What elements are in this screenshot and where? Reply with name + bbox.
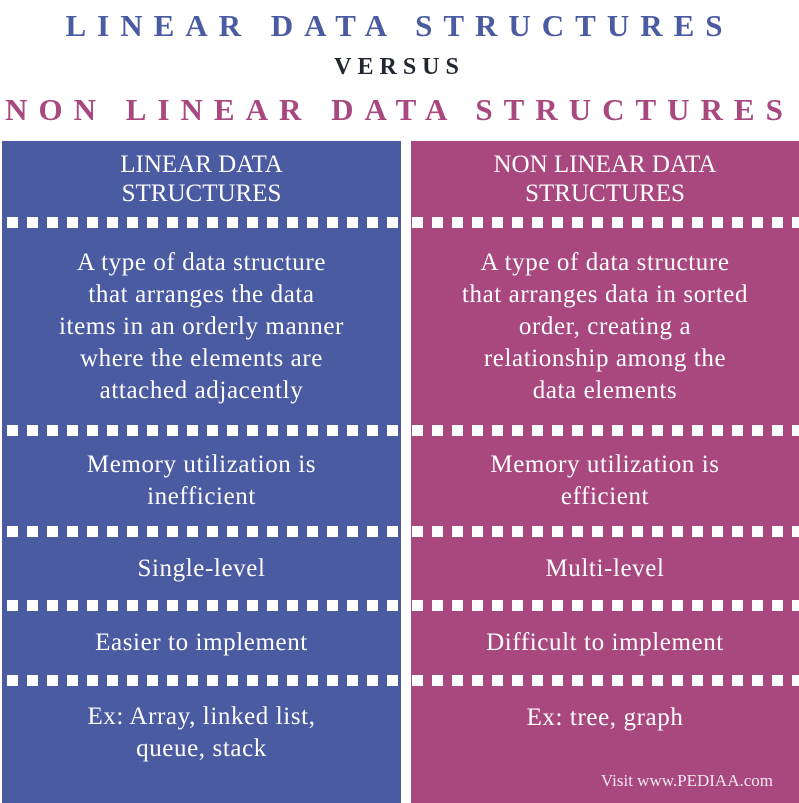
dotted-separator <box>2 675 401 686</box>
row-line: Memory utilization is <box>490 451 720 478</box>
header-line: LINEAR DATA <box>120 151 283 178</box>
dotted-separator <box>2 526 401 537</box>
row-line: data elements <box>532 376 678 404</box>
row-line: Difficult to implement <box>486 629 724 656</box>
non-linear-header: NON LINEAR DATA STRUCTURES <box>411 141 799 217</box>
dotted-separator <box>2 600 401 611</box>
row-line: Ex: tree, graph <box>526 704 684 731</box>
row-line: where the elements are <box>80 344 323 372</box>
linear-column: LINEAR DATA STRUCTURES A type of data st… <box>2 141 401 803</box>
row-levels: Single-level <box>2 537 401 600</box>
linear-header: LINEAR DATA STRUCTURES <box>2 141 401 217</box>
row-line: that arranges the data <box>88 280 315 308</box>
dotted-separator <box>411 600 799 611</box>
header-line: STRUCTURES <box>525 180 685 207</box>
row-definition: A type of data structure that arranges d… <box>411 228 799 425</box>
dotted-separator <box>411 217 799 228</box>
row-levels: Multi-level <box>411 537 799 600</box>
title-versus: VERSUS <box>334 54 465 80</box>
title-non-linear: NON LINEAR DATA STRUCTURES <box>5 92 794 127</box>
row-definition: A type of data structure that arranges t… <box>2 228 401 425</box>
source-credit: Visit www.PEDIAA.com <box>600 771 773 790</box>
row-line: Single-level <box>137 554 266 582</box>
non-linear-column: NON LINEAR DATA STRUCTURES A type of dat… <box>411 141 799 803</box>
row-line: Memory utilization is <box>86 451 317 478</box>
row-line: queue, stack <box>136 735 267 762</box>
header-line: NON LINEAR DATA <box>493 151 717 178</box>
row-line: attached adjacently <box>99 376 304 404</box>
row-line: inefficient <box>147 483 256 510</box>
row-line: A type of data structure <box>76 248 327 276</box>
dotted-separator <box>411 425 799 436</box>
title-linear: LINEAR DATA STRUCTURES <box>65 8 734 43</box>
row-memory: Memory utilization is efficient <box>411 436 799 526</box>
header-line: STRUCTURES <box>121 180 282 207</box>
row-examples: Ex: tree, graph <box>411 686 799 750</box>
dotted-separator <box>411 675 799 686</box>
row-line: items in an orderly manner <box>59 312 344 340</box>
dotted-separator <box>411 526 799 537</box>
row-examples: Ex: Array, linked list, queue, stack <box>2 686 401 780</box>
row-implementation: Difficult to implement <box>411 611 799 675</box>
row-line: relationship among the <box>483 344 727 372</box>
row-line: that arranges data in sorted <box>461 280 749 308</box>
row-line: A type of data structure <box>480 248 730 276</box>
row-line: Multi-level <box>545 554 665 582</box>
row-line: Ex: Array, linked list, <box>87 703 316 730</box>
row-line: order, creating a <box>518 312 692 340</box>
dotted-separator <box>2 217 401 228</box>
row-memory: Memory utilization is inefficient <box>2 436 401 526</box>
row-line: Easier to implement <box>95 629 308 656</box>
dotted-separator <box>2 425 401 436</box>
row-line: efficient <box>560 483 650 510</box>
row-implementation: Easier to implement <box>2 611 401 675</box>
